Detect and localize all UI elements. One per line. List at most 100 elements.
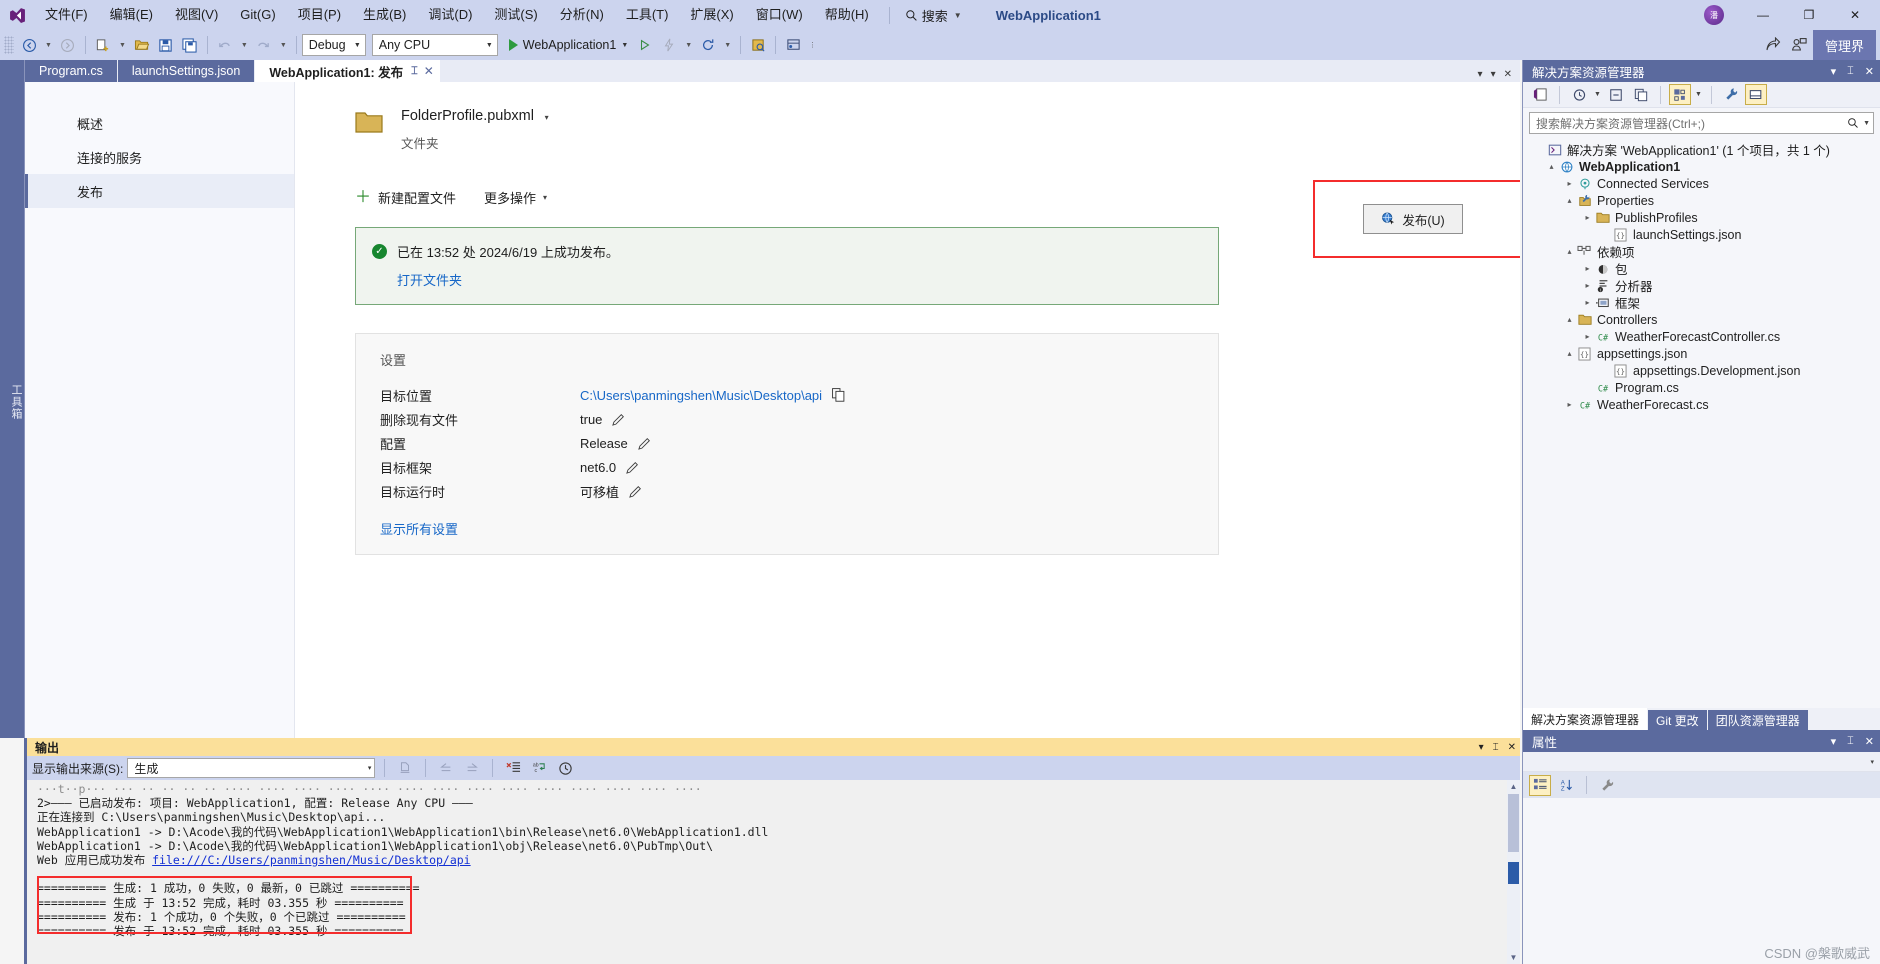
redo-icon[interactable] [252, 33, 276, 57]
menu-help[interactable]: 帮助(H) [814, 0, 880, 30]
live-share-icon[interactable] [696, 33, 720, 57]
share-icon[interactable] [1761, 33, 1785, 57]
categorized-icon[interactable] [1529, 774, 1551, 796]
tree-node-program-cs[interactable]: C# Program.cs [1523, 379, 1880, 396]
toolbar-overflow-icon[interactable]: ⋮ [805, 41, 820, 49]
tree-expander[interactable]: ▴ [1563, 247, 1576, 256]
go-to-previous-icon[interactable] [435, 758, 457, 778]
target-location-link[interactable]: C:\Users\panmingshen\Music\Desktop\api [580, 388, 822, 403]
save-icon[interactable] [154, 33, 178, 57]
tree-expander[interactable]: ▴ [1563, 196, 1576, 205]
hot-reload-dropdown-icon[interactable]: ▼ [681, 42, 696, 49]
new-item-dropdown-icon[interactable]: ▼ [115, 42, 130, 49]
toolbox-rail[interactable]: 工具箱 [0, 60, 24, 738]
menu-edit[interactable]: 编辑(E) [99, 0, 164, 30]
tree-expander[interactable]: ▸ [1581, 213, 1594, 222]
property-pages-icon[interactable] [1596, 775, 1618, 796]
menu-debug[interactable]: 调试(D) [417, 0, 483, 30]
show-all-files-dropdown-icon[interactable]: ▼ [1694, 91, 1703, 98]
tree-node-webapplication1[interactable]: ▴ WebApplication1 [1523, 158, 1880, 175]
pencil-icon[interactable] [637, 437, 651, 450]
menu-tools[interactable]: 工具(T) [615, 0, 680, 30]
tree-expander[interactable]: ▸ [1581, 281, 1594, 290]
scroll-down-icon[interactable]: ▼ [1508, 952, 1519, 963]
published-path-link[interactable]: file:///C:/Users/panmingshen/Music/Deskt… [152, 853, 471, 867]
undo-icon[interactable] [213, 33, 237, 57]
alphabetical-icon[interactable]: AZ [1555, 775, 1577, 796]
toolbar-grip[interactable] [4, 36, 14, 54]
output-scroll-thumb[interactable] [1508, 794, 1519, 852]
solution-explorer-search[interactable]: 搜索解决方案资源管理器(Ctrl+;) ▼ [1529, 112, 1874, 134]
menu-view[interactable]: 视图(V) [164, 0, 229, 30]
tree-node-weatherforecast-cs[interactable]: ▸ C# WeatherForecast.cs [1523, 396, 1880, 413]
tab-list-dropdown-icon[interactable]: ▾ [1478, 69, 1483, 80]
open-file-icon[interactable] [130, 33, 154, 57]
scroll-up-icon[interactable]: ▲ [1508, 781, 1519, 792]
pencil-icon[interactable] [629, 485, 642, 498]
publish-nav-overview[interactable]: 概述 [25, 106, 294, 140]
search-options-dropdown-icon[interactable]: ▼ [1863, 120, 1870, 127]
selection-icon[interactable] [746, 33, 770, 57]
panel-dropdown-icon[interactable]: ▾ [1831, 735, 1837, 748]
show-all-files-icon[interactable] [1669, 84, 1691, 105]
publish-nav-connected-services[interactable]: 连接的服务 [25, 140, 294, 174]
more-actions-button[interactable]: 更多操作 ▾ [484, 188, 547, 207]
live-share-dropdown-icon[interactable]: ▼ [720, 42, 735, 49]
se-tab-solution-explorer[interactable]: 解决方案资源管理器 [1523, 708, 1648, 730]
tree-node-analyzers[interactable]: ▸ i 分析器 [1523, 277, 1880, 294]
code-view-icon[interactable] [1529, 84, 1551, 105]
pencil-icon[interactable] [612, 413, 625, 426]
undo-dropdown-icon[interactable]: ▼ [237, 42, 252, 49]
menu-project[interactable]: 项目(P) [287, 0, 352, 30]
new-profile-button[interactable]: ＋ 新建配置文件 [355, 188, 456, 207]
word-wrap-icon[interactable]: ab c [528, 758, 550, 778]
configuration-combo[interactable]: Debug ▼ [301, 34, 366, 56]
pin-panel-icon[interactable]: ⌶ [1847, 65, 1854, 78]
pin-panel-icon[interactable]: ⌶ [1847, 735, 1854, 748]
tree-node-packages[interactable]: ▸ 包 [1523, 260, 1880, 277]
tab-program-cs[interactable]: Program.cs [25, 60, 117, 82]
tree-node-controllers[interactable]: ▴ Controllers [1523, 311, 1880, 328]
tree-node-properties[interactable]: ▴ Properties [1523, 192, 1880, 209]
tab-publish[interactable]: WebApplication1: 发布 ⌶ ✕ [255, 60, 440, 82]
show-all-settings-link[interactable]: 显示所有设置 [380, 519, 1218, 538]
solution-tree[interactable]: 解决方案 'WebApplication1' (1 个项目，共 1 个) ▴ W… [1523, 138, 1880, 413]
tree-expander[interactable]: ▸ [1581, 332, 1594, 341]
restore-button[interactable]: ❐ [1786, 0, 1832, 30]
pencil-icon[interactable] [626, 461, 639, 474]
pin-tab-icon[interactable]: ⌶ [411, 65, 418, 78]
pending-changes-dropdown-icon[interactable]: ▼ [1593, 91, 1602, 98]
tree-expander[interactable]: ▸ [1581, 264, 1594, 273]
copy-icon[interactable] [1630, 84, 1652, 105]
output-scrollbar[interactable]: ▲ ▼ [1507, 780, 1520, 964]
close-panel-icon[interactable]: ✕ [1508, 742, 1516, 753]
tree-expander[interactable]: ▸ [1581, 298, 1594, 307]
se-tab-team-explorer[interactable]: 团队资源管理器 [1707, 710, 1808, 730]
copy-icon[interactable] [832, 388, 845, 402]
quick-search[interactable]: 搜索 ▼ [899, 4, 968, 26]
tree-node-dependencies[interactable]: ▴ 依赖项 [1523, 243, 1880, 260]
redo-dropdown-icon[interactable]: ▼ [276, 42, 291, 49]
navigate-forward-icon[interactable] [56, 33, 80, 57]
go-to-next-icon[interactable] [461, 758, 483, 778]
tabstrip-menu-icon[interactable]: ▾ [1491, 69, 1496, 80]
tree-expander[interactable]: ▸ [1563, 179, 1576, 188]
tree-expander[interactable]: ▴ [1563, 315, 1576, 324]
close-tab-icon[interactable]: ✕ [424, 64, 434, 78]
tree-expander[interactable]: ▸ [1563, 400, 1576, 409]
hot-reload-icon[interactable] [657, 33, 681, 57]
tree-expander[interactable]: ▴ [1545, 162, 1558, 171]
close-panel-icon[interactable]: ✕ [1865, 65, 1874, 78]
navigate-back-icon[interactable] [17, 33, 41, 57]
new-item-icon[interactable] [91, 33, 115, 57]
menu-git[interactable]: Git(G) [229, 0, 286, 30]
tree-node-solution[interactable]: 解决方案 'WebApplication1' (1 个项目，共 1 个) [1523, 141, 1880, 158]
pin-panel-icon[interactable]: ⌶ [1493, 742, 1499, 753]
feedback-icon[interactable] [1787, 33, 1811, 57]
output-source-combo[interactable]: 生成 ▾ [127, 758, 376, 778]
platform-combo[interactable]: Any CPU ▼ [371, 34, 498, 56]
publish-nav-publish[interactable]: 发布 [25, 174, 294, 208]
menu-window[interactable]: 窗口(W) [745, 0, 814, 30]
collapse-all-icon[interactable] [1605, 84, 1627, 105]
menu-file[interactable]: 文件(F) [34, 0, 99, 30]
